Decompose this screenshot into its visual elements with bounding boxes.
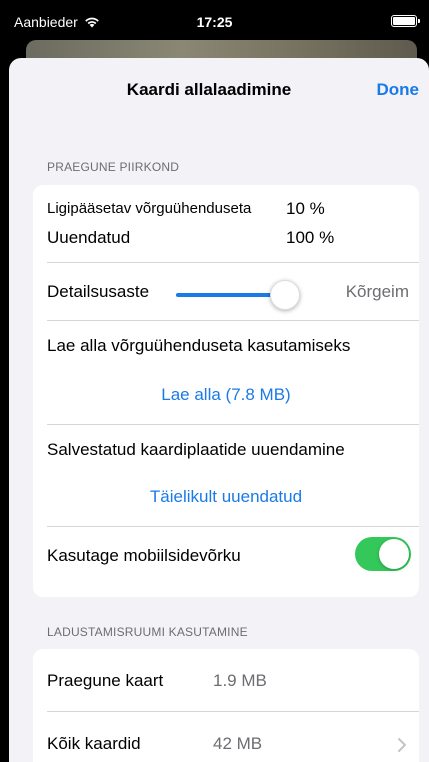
all-maps-value: 42 MB (213, 734, 263, 753)
status-bar: Aanbieder 17:25 (0, 0, 429, 40)
updated-value: 100 % (286, 228, 335, 247)
current-region-card: Ligipääsetav võrguühenduseta 10 % Uuenda… (33, 185, 419, 597)
offline-label: Ligipääsetav võrguühenduseta (47, 200, 252, 217)
all-maps-label: Kõik kaardid (47, 734, 141, 753)
status-time: 17:25 (196, 14, 233, 30)
mobile-data-row: Kasutage mobiilsidevõrku (33, 526, 419, 585)
detail-slider-knob[interactable] (270, 280, 300, 310)
done-button[interactable]: Done (377, 80, 420, 100)
current-region-header: PRAEGUNE PIIRKOND (47, 160, 180, 174)
detail-value: Kõrgeim (345, 282, 409, 301)
detail-level-row: Detailsusaste Kõrgeim (33, 262, 419, 320)
all-maps-row[interactable]: Kõik kaardid 42 MB (33, 711, 419, 762)
download-sheet: Kaardi allalaadimine Done PRAEGUNE PIIRK… (9, 58, 429, 762)
battery-icon (391, 15, 420, 27)
detail-slider-track[interactable] (176, 293, 276, 297)
update-label: Salvestatud kaardiplaatide uuendamine (47, 440, 345, 459)
update-status-button[interactable]: Täielikult uuendatud (33, 487, 419, 507)
toggle-thumb (379, 539, 409, 569)
navigation-bar: Kaardi allalaadimine Done (9, 58, 429, 120)
download-button[interactable]: Lae alla (7.8 MB) (33, 385, 419, 405)
chevron-right-icon (398, 738, 406, 752)
current-map-row: Praegune kaart 1.9 MB (33, 649, 419, 711)
current-map-value: 1.9 MB (213, 671, 267, 690)
offline-status-row: Ligipääsetav võrguühenduseta 10 % Uuenda… (33, 185, 419, 262)
offline-value: 10 % (286, 199, 325, 218)
mobile-label: Kasutage mobiilsidevõrku (47, 546, 241, 565)
updated-label: Uuendatud (47, 228, 131, 247)
detail-label: Detailsusaste (47, 282, 150, 301)
storage-card: Praegune kaart 1.9 MB Kõik kaardid 42 MB (33, 649, 419, 762)
page-title: Kaardi allalaadimine (126, 80, 292, 99)
current-map-label: Praegune kaart (47, 671, 164, 690)
update-tiles-row: Salvestatud kaardiplaatide uuendamine Tä… (33, 424, 419, 526)
storage-header: LADUSTAMISRUUMI KASUTAMINE (47, 625, 248, 639)
download-row: Lae alla võrguühenduseta kasutamiseks La… (33, 320, 419, 424)
download-label: Lae alla võrguühenduseta kasutamiseks (47, 336, 351, 355)
mobile-data-toggle[interactable] (355, 537, 411, 571)
